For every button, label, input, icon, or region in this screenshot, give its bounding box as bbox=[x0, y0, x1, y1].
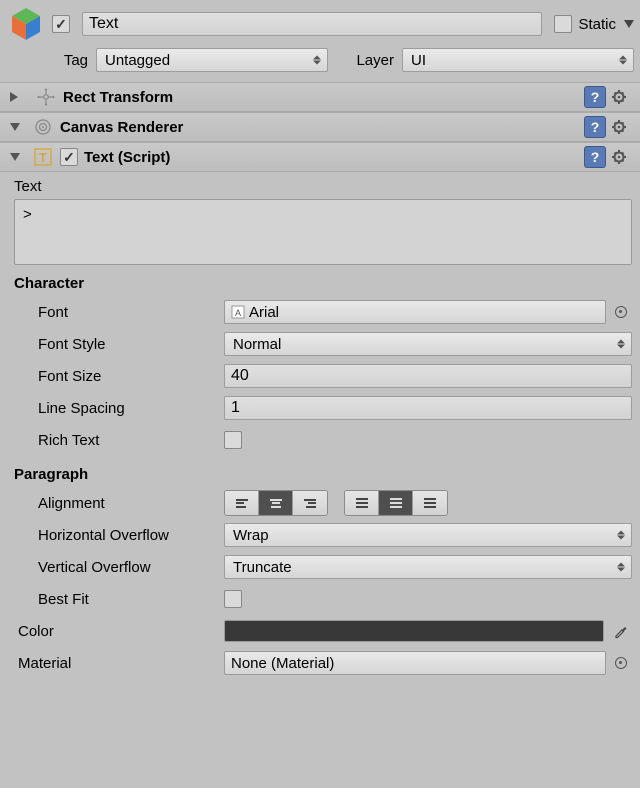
canvas-renderer-icon bbox=[32, 116, 54, 138]
tag-label: Tag bbox=[46, 52, 88, 69]
vertical-overflow-dropdown[interactable]: Truncate bbox=[224, 555, 632, 579]
font-value: Arial bbox=[249, 304, 279, 321]
expand-icon bbox=[10, 123, 20, 131]
help-icon[interactable]: ? bbox=[584, 116, 606, 138]
horizontal-overflow-value: Wrap bbox=[233, 527, 269, 544]
static-checkbox[interactable] bbox=[554, 15, 572, 33]
text-component-title: Text (Script) bbox=[84, 149, 584, 166]
vertical-overflow-value: Truncate bbox=[233, 559, 292, 576]
character-section: Character bbox=[14, 275, 632, 292]
horizontal-overflow-dropdown[interactable]: Wrap bbox=[224, 523, 632, 547]
text-enabled-checkbox[interactable] bbox=[60, 148, 78, 166]
align-right-button[interactable] bbox=[293, 491, 327, 515]
static-label: Static bbox=[578, 16, 616, 33]
font-size-input[interactable]: 40 bbox=[224, 364, 632, 388]
vertical-overflow-label: Vertical Overflow bbox=[14, 559, 224, 576]
horizontal-alignment-group bbox=[224, 490, 328, 516]
material-value: None (Material) bbox=[231, 655, 334, 672]
rich-text-label: Rich Text bbox=[14, 432, 224, 449]
tag-dropdown[interactable]: Untagged bbox=[96, 48, 328, 72]
font-size-value: 40 bbox=[231, 367, 249, 385]
help-icon[interactable]: ? bbox=[584, 146, 606, 168]
object-picker-icon[interactable] bbox=[610, 306, 632, 318]
text-label: Text bbox=[14, 178, 632, 195]
text-value: > bbox=[23, 206, 32, 223]
canvas-renderer-header[interactable]: Canvas Renderer ? bbox=[0, 112, 640, 142]
name-text: Text bbox=[89, 15, 118, 33]
font-style-value: Normal bbox=[233, 336, 281, 353]
layer-value: UI bbox=[411, 52, 426, 69]
text-textarea[interactable]: > bbox=[14, 199, 632, 265]
expand-icon bbox=[10, 92, 23, 102]
static-dropdown-icon[interactable] bbox=[624, 20, 634, 28]
line-spacing-label: Line Spacing bbox=[14, 400, 224, 417]
canvas-renderer-title: Canvas Renderer bbox=[60, 119, 584, 136]
font-style-dropdown[interactable]: Normal bbox=[224, 332, 632, 356]
paragraph-section: Paragraph bbox=[14, 466, 632, 483]
color-field[interactable] bbox=[224, 620, 604, 642]
svg-text:A: A bbox=[235, 308, 241, 318]
help-icon[interactable]: ? bbox=[584, 86, 606, 108]
expand-icon bbox=[10, 153, 20, 161]
best-fit-label: Best Fit bbox=[14, 591, 224, 608]
layer-label: Layer bbox=[340, 52, 394, 69]
gameobject-icon bbox=[6, 4, 46, 44]
line-spacing-input[interactable]: 1 bbox=[224, 396, 632, 420]
font-style-label: Font Style bbox=[14, 336, 224, 353]
eyedropper-icon[interactable] bbox=[610, 623, 632, 639]
active-checkbox[interactable] bbox=[52, 15, 70, 33]
settings-icon[interactable] bbox=[612, 149, 632, 165]
alignment-label: Alignment bbox=[14, 495, 224, 512]
horizontal-overflow-label: Horizontal Overflow bbox=[14, 527, 224, 544]
rect-transform-title: Rect Transform bbox=[63, 89, 584, 106]
rect-transform-header[interactable]: Rect Transform ? bbox=[0, 82, 640, 112]
align-middle-button[interactable] bbox=[379, 491, 413, 515]
material-field[interactable]: None (Material) bbox=[224, 651, 606, 675]
text-component-icon: T bbox=[32, 146, 54, 168]
best-fit-checkbox[interactable] bbox=[224, 590, 242, 608]
tag-value: Untagged bbox=[105, 52, 170, 69]
layer-dropdown[interactable]: UI bbox=[402, 48, 634, 72]
settings-icon[interactable] bbox=[612, 89, 632, 105]
align-center-button[interactable] bbox=[259, 491, 293, 515]
object-picker-icon[interactable] bbox=[610, 657, 632, 669]
name-input[interactable]: Text bbox=[82, 12, 542, 36]
svg-text:T: T bbox=[39, 150, 47, 165]
rect-transform-icon bbox=[35, 86, 57, 108]
align-left-button[interactable] bbox=[225, 491, 259, 515]
color-label: Color bbox=[14, 623, 224, 640]
align-bottom-button[interactable] bbox=[413, 491, 447, 515]
material-label: Material bbox=[14, 655, 224, 672]
align-top-button[interactable] bbox=[345, 491, 379, 515]
rich-text-checkbox[interactable] bbox=[224, 431, 242, 449]
font-size-label: Font Size bbox=[14, 368, 224, 385]
font-field[interactable]: A Arial bbox=[224, 300, 606, 324]
vertical-alignment-group bbox=[344, 490, 448, 516]
text-component-header[interactable]: T Text (Script) ? bbox=[0, 142, 640, 172]
font-label: Font bbox=[14, 304, 224, 321]
line-spacing-value: 1 bbox=[231, 399, 240, 417]
settings-icon[interactable] bbox=[612, 119, 632, 135]
